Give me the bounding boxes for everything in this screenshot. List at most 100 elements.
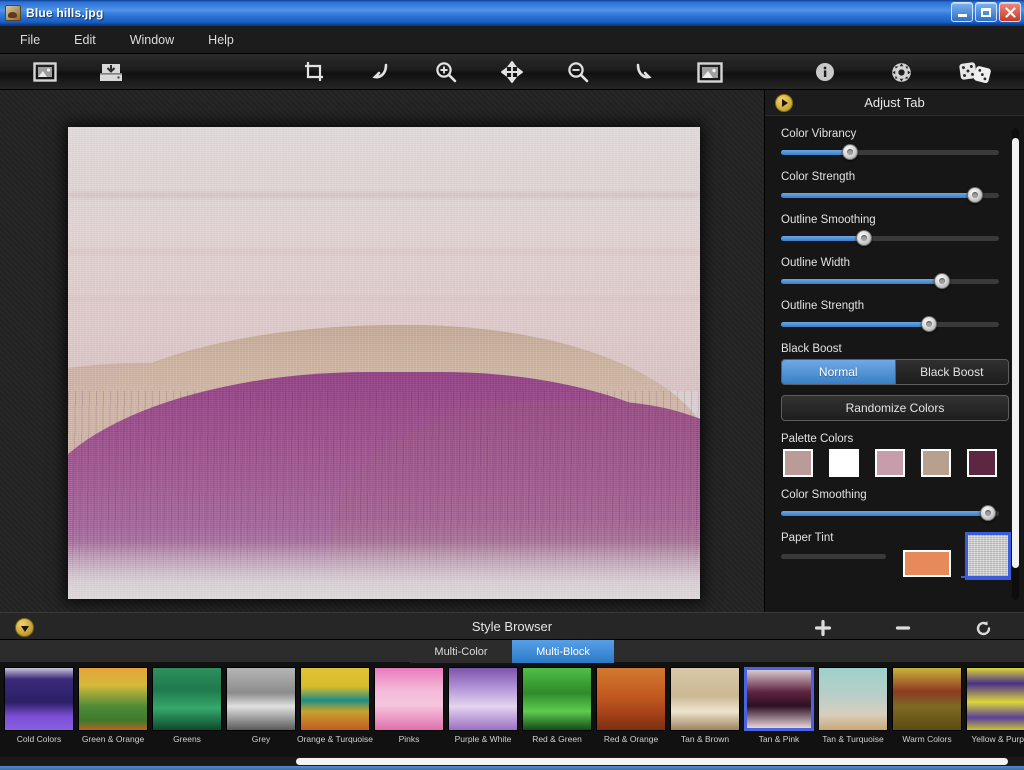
style-thumbnail[interactable] (300, 667, 370, 731)
black-boost-option-normal[interactable]: Normal (782, 360, 896, 384)
image-file-icon (5, 4, 21, 21)
slider-handle[interactable] (842, 144, 858, 160)
style-browser-scrollbar[interactable] (0, 757, 1024, 766)
style-thumbnail[interactable] (670, 667, 740, 731)
slider-handle[interactable] (934, 273, 950, 289)
black-boost-option-boost[interactable]: Black Boost (895, 360, 1008, 384)
style-item-tan-turquoise[interactable]: Tan & Turquoise (817, 667, 889, 760)
style-thumbnail-strip[interactable]: Cold Colors Green & Orange Greens Grey O… (0, 663, 1024, 760)
palette-swatch-4[interactable] (921, 449, 951, 477)
style-item-red-orange[interactable]: Red & Orange (595, 667, 667, 760)
label-black-boost: Black Boost (781, 343, 842, 355)
image-icon (697, 61, 723, 83)
style-thumbnail[interactable] (966, 667, 1024, 731)
menu-window[interactable]: Window (116, 29, 188, 51)
adjust-panel-scrollbar[interactable] (1012, 128, 1019, 600)
tab-multi-color[interactable]: Multi-Color (410, 640, 512, 663)
style-thumbnail-selected[interactable] (744, 667, 814, 731)
crop-button[interactable] (299, 59, 329, 85)
add-style-button[interactable] (812, 617, 834, 639)
style-item-tan-pink[interactable]: Tan & Pink (743, 667, 815, 760)
slider-outline-width[interactable] (781, 273, 1011, 289)
palette-swatch-2[interactable] (829, 449, 859, 477)
palette-swatch-5[interactable] (967, 449, 997, 477)
style-label: Yellow & Purple (971, 734, 1024, 744)
style-label: Tan & Pink (758, 734, 800, 744)
style-item-orange-turquoise[interactable]: Orange & Turquoise (296, 667, 374, 760)
menu-edit[interactable]: Edit (60, 29, 110, 51)
paper-texture-swatch[interactable] (965, 532, 1012, 580)
style-item-greens[interactable]: Greens (151, 667, 223, 760)
style-item-warm-colors[interactable]: Warm Colors (891, 667, 963, 760)
slider-color-strength[interactable] (781, 187, 1011, 203)
paper-tint-color-swatch[interactable] (903, 550, 952, 577)
remove-style-button[interactable] (892, 617, 914, 639)
slider-handle[interactable] (856, 230, 872, 246)
slider-handle[interactable] (980, 505, 996, 521)
randomize-colors-button[interactable]: Randomize Colors (781, 395, 1009, 421)
palette-swatch-3[interactable] (875, 449, 905, 477)
image-button[interactable] (695, 59, 725, 85)
window-bottom-border (0, 766, 1024, 770)
style-thumbnail[interactable] (152, 667, 222, 731)
style-item-red-green[interactable]: Red & Green (521, 667, 593, 760)
style-label: Pinks (398, 734, 420, 744)
settings-button[interactable] (886, 59, 916, 85)
style-label: Orange & Turquoise (296, 734, 374, 744)
scrollbar-thumb[interactable] (1012, 138, 1019, 568)
style-thumbnail[interactable] (522, 667, 592, 731)
canvas-workspace[interactable] (0, 90, 764, 612)
save-image-button[interactable] (96, 59, 126, 85)
zoom-in-button[interactable] (431, 59, 461, 85)
slider-handle[interactable] (967, 187, 983, 203)
style-item-pinks[interactable]: Pinks (373, 667, 445, 760)
style-thumbnail[interactable] (78, 667, 148, 731)
style-thumbnail[interactable] (374, 667, 444, 731)
style-thumbnail[interactable] (892, 667, 962, 731)
save-image-icon (100, 63, 122, 81)
style-item-tan-brown[interactable]: Tan & Brown (669, 667, 741, 760)
dice-button[interactable] (956, 59, 996, 85)
slider-handle[interactable] (921, 316, 937, 332)
slider-paper-tint[interactable] (781, 548, 886, 564)
zoom-out-button[interactable] (563, 59, 593, 85)
style-item-yellow-purple[interactable]: Yellow & Purple (965, 667, 1024, 760)
maximize-button[interactable] (975, 2, 997, 22)
style-item-cold-colors[interactable]: Cold Colors (3, 667, 75, 760)
palette-swatch-1[interactable] (783, 449, 813, 477)
slider-outline-strength[interactable] (781, 316, 1011, 332)
adjust-panel-title: Adjust Tab (864, 95, 925, 110)
style-item-purple-white[interactable]: Purple & White (447, 667, 519, 760)
style-thumbnail[interactable] (818, 667, 888, 731)
close-button[interactable] (999, 2, 1021, 22)
play-triangle-icon[interactable] (775, 94, 793, 112)
label-color-smoothing: Color Smoothing (781, 489, 867, 501)
pan-button[interactable] (497, 59, 527, 85)
redo-button[interactable] (629, 59, 659, 85)
scrollbar-thumb-horizontal[interactable] (296, 758, 1008, 765)
slider-outline-smoothing[interactable] (781, 230, 1011, 246)
menu-file[interactable]: File (6, 29, 54, 51)
open-image-button[interactable] (30, 59, 60, 85)
refresh-icon (976, 620, 990, 635)
slider-color-vibrancy[interactable] (781, 144, 1011, 160)
label-outline-smoothing: Outline Smoothing (781, 214, 876, 226)
settings-gear-icon (891, 62, 911, 82)
style-thumbnail[interactable] (596, 667, 666, 731)
style-item-grey[interactable]: Grey (225, 667, 297, 760)
style-thumbnail[interactable] (4, 667, 74, 731)
slider-color-smoothing[interactable] (781, 505, 1011, 521)
tab-multi-block[interactable]: Multi-Block (512, 640, 614, 663)
plus-icon (815, 620, 831, 636)
refresh-styles-button[interactable] (972, 617, 994, 639)
style-label: Cold Colors (16, 734, 62, 744)
style-item-green-orange[interactable]: Green & Orange (77, 667, 149, 760)
info-button[interactable] (810, 59, 840, 85)
dice-icon (959, 62, 991, 83)
image-canvas[interactable] (68, 127, 700, 599)
style-thumbnail[interactable] (448, 667, 518, 731)
undo-button[interactable] (365, 59, 395, 85)
minimize-button[interactable] (951, 2, 973, 22)
menu-help[interactable]: Help (194, 29, 248, 51)
style-thumbnail[interactable] (226, 667, 296, 731)
